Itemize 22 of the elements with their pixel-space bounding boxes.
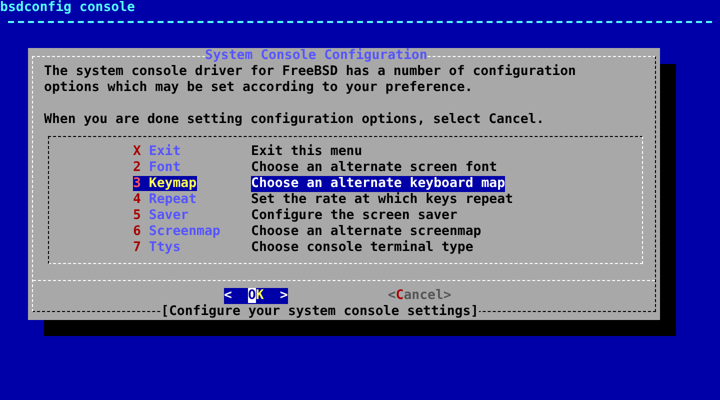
menu-item-description: Choose an alternate keyboard map (251, 176, 506, 192)
menu-item[interactable]: 4 Repeat (133, 192, 197, 207)
screen-title: bsdconfig console (0, 0, 135, 16)
menu-item[interactable]: 6 Screenmap (133, 224, 220, 239)
hint-text: [Configure your system console settings] (161, 304, 479, 320)
ok-button[interactable]: < OK > (224, 288, 288, 304)
menu-item-description: Choose an alternate screenmap (251, 224, 482, 240)
prompt-text: options which may be set according to your preference. (44, 80, 474, 96)
prompt-text: When you are done setting configuration options, select Cancel. (44, 112, 546, 128)
menu-item[interactable]: 2 Font (133, 160, 181, 175)
menu-item-description: Choose an alternate screen font (251, 160, 498, 176)
menu-item-description: Exit this menu (251, 144, 362, 160)
dialog-title: System Console Configuration (205, 48, 428, 64)
menu-item-description: Configure the screen saver (251, 208, 458, 224)
menu-item-description: Set the rate at which keys repeat (251, 192, 514, 208)
prompt-text: The system console driver for FreeBSD has a number of configuration (44, 64, 577, 80)
menu-item[interactable]: 7 Ttys (133, 240, 181, 255)
menu-item-description: Choose console terminal type (251, 240, 474, 256)
menu-item[interactable]: 5 Saver (133, 208, 189, 223)
cancel-button[interactable]: <Cancel> (388, 288, 452, 304)
menu-item[interactable]: X Exit (133, 144, 181, 159)
menu-item[interactable]: 3 Keymap (133, 176, 197, 191)
